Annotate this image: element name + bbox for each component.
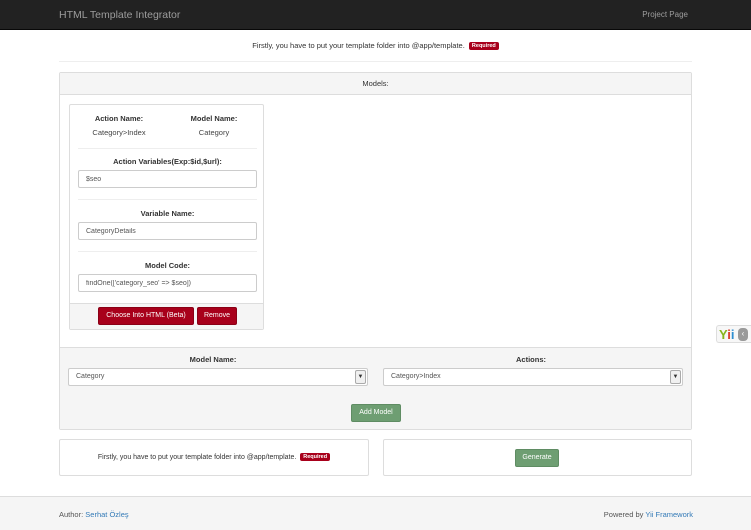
navbar: HTML Template Integrator Project Page — [0, 0, 751, 30]
notice-text: Firstly, you have to put your template f… — [252, 41, 465, 50]
bottom-notice-panel: Firstly, you have to put your template f… — [59, 439, 369, 476]
variable-name-label: Variable Name: — [140, 209, 195, 218]
generate-button[interactable]: Generate — [515, 449, 559, 467]
models-heading: Models: — [60, 73, 691, 95]
chevron-left-icon[interactable]: ‹ — [738, 328, 748, 341]
powered-label: Powered by — [603, 510, 644, 519]
models-panel: Models: Action Name: Category>Index Mode… — [59, 72, 692, 430]
form-model-name-label: Model Name: — [189, 355, 237, 364]
yii-debug-toolbar[interactable]: Yii ‹ — [716, 325, 751, 343]
required-badge: Required — [468, 42, 499, 50]
yii-logo-icon: Yii — [719, 327, 735, 342]
generate-panel: Generate — [383, 439, 692, 476]
footer-powered: Powered by Yii Framework — [604, 510, 693, 519]
author-label: Author: — [59, 510, 84, 519]
chevron-down-icon: ▼ — [355, 370, 366, 384]
footer: Author: Serhat Özleş Powered by Yii Fram… — [0, 496, 751, 530]
card-footer: Choose Into HTML (Beta) Remove — [70, 303, 263, 329]
action-name-column: Action Name: Category>Index — [74, 114, 164, 137]
model-name-value: Category — [198, 128, 230, 137]
add-model-button[interactable]: Add Model — [351, 404, 401, 422]
divider — [59, 61, 692, 62]
choose-into-html-button[interactable]: Choose Into HTML (Beta) — [98, 307, 194, 325]
author-link[interactable]: Serhat Özleş — [85, 510, 128, 519]
model-code-input[interactable] — [78, 274, 257, 292]
model-name-select[interactable]: Category ▼ — [68, 368, 368, 386]
required-badge: Required — [300, 453, 331, 461]
divider — [78, 199, 257, 200]
project-page-link[interactable]: Project Page — [642, 10, 688, 19]
brand-link[interactable]: HTML Template Integrator — [59, 9, 180, 21]
action-name-label: Action Name: — [94, 114, 144, 123]
model-name-column: Model Name: Category — [169, 114, 259, 137]
chevron-down-icon: ▼ — [670, 370, 681, 384]
remove-button[interactable]: Remove — [197, 307, 237, 325]
action-name-value: Category>Index — [92, 128, 146, 137]
form-actions-label: Actions: — [516, 355, 546, 364]
bottom-notice-text: Firstly, you have to put your template f… — [97, 454, 297, 461]
variable-name-input[interactable] — [78, 222, 257, 240]
model-code-label: Model Code: — [145, 261, 190, 270]
divider — [78, 148, 257, 149]
template-folder-notice: Firstly, you have to put your template f… — [59, 41, 692, 50]
add-model-form: Model Name: Actions: Category ▼ Category… — [60, 347, 691, 429]
actions-select[interactable]: Category>Index ▼ — [383, 368, 683, 386]
bottom-template-notice: Firstly, you have to put your template f… — [60, 453, 368, 461]
actions-selected: Category>Index — [391, 373, 441, 380]
divider — [78, 251, 257, 252]
action-variables-label: Action Variables(Exp:$id,$url): — [113, 157, 222, 166]
yii-framework-link[interactable]: Yii Framework — [645, 510, 693, 519]
model-name-label: Model Name: — [190, 114, 238, 123]
footer-author: Author: Serhat Özleş — [59, 510, 129, 519]
model-name-selected: Category — [76, 373, 105, 380]
action-variables-input[interactable] — [78, 170, 257, 188]
model-card: Action Name: Category>Index Model Name: … — [69, 104, 264, 330]
